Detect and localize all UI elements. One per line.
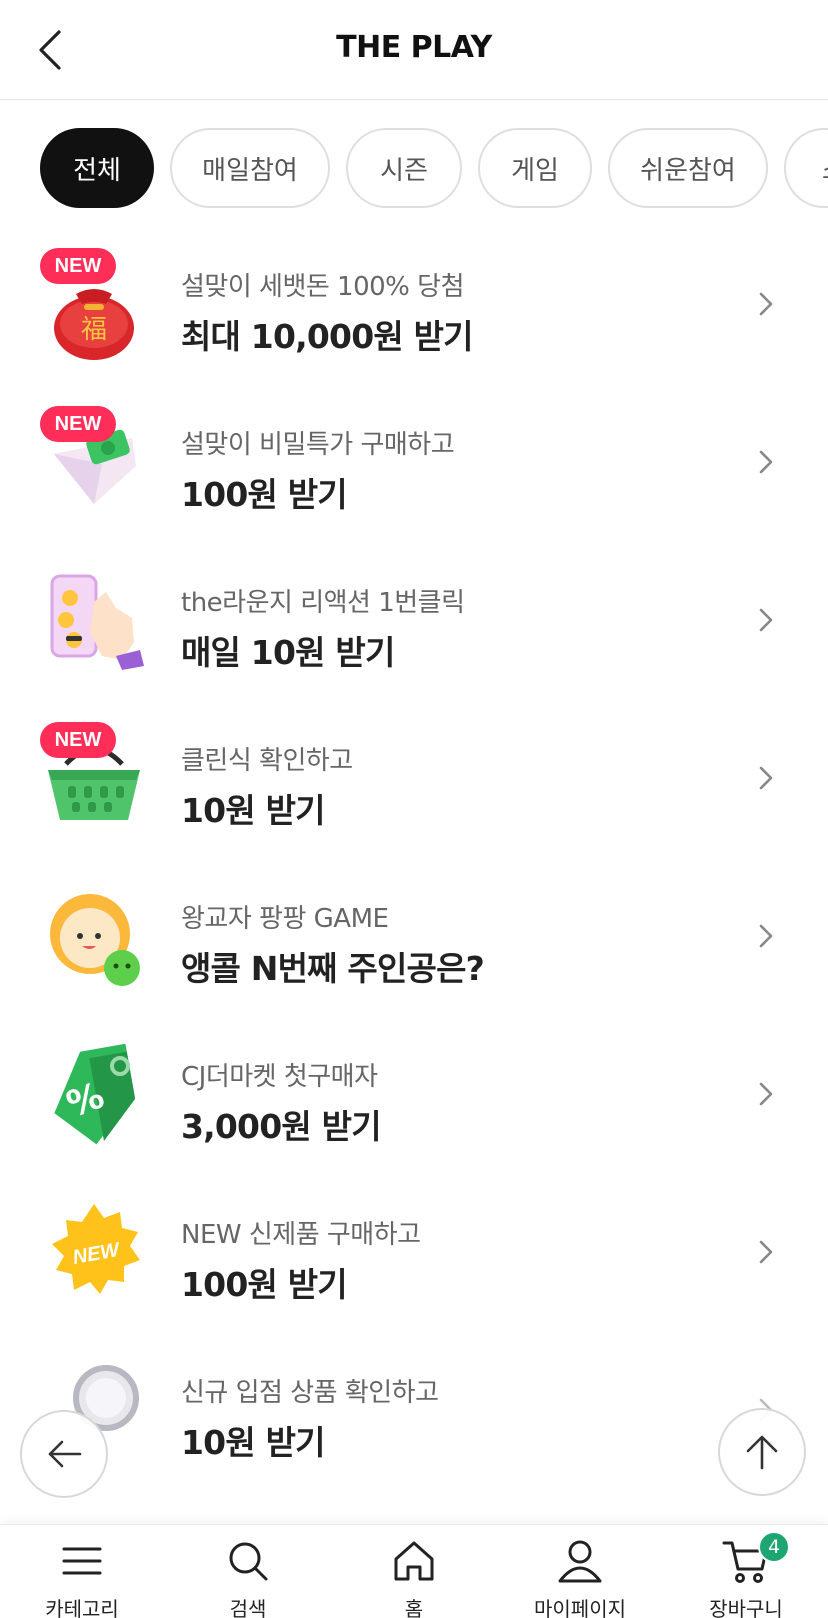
event-item[interactable]: 신규 입점 상품 확인하고 10원 받기 (0, 1332, 828, 1490)
tab-season[interactable]: 시즌 (346, 128, 462, 208)
the-play-page: THE PLAY 전체 매일참여 시즌 게임 쉬운참여 소 福 NEW 설맞이 … (0, 0, 828, 1618)
chevron-right-icon (759, 292, 773, 316)
event-title: 앵콜 N번째 주인공은? (181, 949, 485, 988)
event-title: 최대 10,000원 받기 (181, 317, 474, 356)
chevron-right-icon (759, 450, 773, 474)
event-subtitle: 설맞이 비밀특가 구매하고 (181, 430, 455, 460)
svg-text:福: 福 (81, 315, 107, 345)
new-badge: NEW (40, 248, 116, 284)
event-subtitle: NEW 신제품 구매하고 (181, 1220, 421, 1250)
tab-game[interactable]: 게임 (478, 128, 592, 208)
chevron-right-icon (759, 608, 773, 632)
event-item[interactable]: % CJ더마켓 첫구매자 3,000원 받기 (0, 1016, 828, 1174)
page-title: THE PLAY (336, 30, 492, 65)
phone-tap-icon (36, 562, 152, 678)
cart-count-badge: 4 (758, 1531, 790, 1563)
chevron-right-icon (759, 766, 773, 790)
floating-back-button[interactable] (20, 1410, 108, 1498)
category-tabs: 전체 매일참여 시즌 게임 쉬운참여 소 (0, 100, 828, 222)
event-title: 매일 10원 받기 (181, 633, 395, 672)
shopping-basket-icon: NEW (36, 720, 152, 836)
nav-search[interactable]: 검색 (178, 1525, 318, 1618)
top-header: THE PLAY (0, 0, 828, 100)
event-item[interactable]: the라운지 리액션 1번클릭 매일 10원 받기 (0, 542, 828, 700)
event-item[interactable]: NEW 클린식 확인하고 10원 받기 (0, 700, 828, 858)
nav-label: 홈 (404, 1597, 424, 1618)
event-subtitle: CJ더마켓 첫구매자 (181, 1062, 378, 1092)
nav-category[interactable]: 카테고리 (12, 1525, 152, 1618)
chevron-right-icon (759, 924, 773, 948)
event-subtitle: 설맞이 세뱃돈 100% 당첨 (181, 272, 465, 302)
event-title: 10원 받기 (181, 1423, 326, 1462)
event-item[interactable]: 福 NEW 설맞이 세뱃돈 100% 당첨 최대 10,000원 받기 (0, 226, 828, 384)
scroll-top-button[interactable] (718, 1408, 806, 1496)
event-title: 100원 받기 (181, 1265, 348, 1304)
chevron-right-icon (759, 1082, 773, 1106)
event-title: 10원 받기 (181, 791, 326, 830)
nav-cart[interactable]: 4 장바구니 (676, 1525, 816, 1618)
event-subtitle: 신규 입점 상품 확인하고 (181, 1378, 439, 1408)
lucky-pouch-icon: 福 NEW (36, 246, 152, 362)
event-item[interactable]: NEW 설맞이 비밀특가 구매하고 100원 받기 (0, 384, 828, 542)
arrow-up-icon (746, 1435, 778, 1470)
tab-all[interactable]: 전체 (40, 128, 154, 208)
nav-mypage[interactable]: 마이페이지 (510, 1525, 650, 1618)
new-badge: NEW (40, 722, 116, 758)
chevron-right-icon (759, 1240, 773, 1264)
bottom-navigation: 카테고리 검색 홈 마이페이지 4 장바구니 (0, 1524, 828, 1618)
tab-daily[interactable]: 매일참여 (170, 128, 330, 208)
nav-label: 장바구니 (709, 1597, 783, 1618)
arrow-left-icon (48, 1440, 82, 1468)
nav-label: 검색 (229, 1597, 267, 1618)
discount-tag-icon: % (36, 1036, 152, 1152)
nav-label: 마이페이지 (534, 1597, 626, 1618)
nav-label: 카테고리 (45, 1597, 119, 1618)
new-sticker-icon: NEW (36, 1194, 152, 1310)
user-icon (558, 1540, 602, 1583)
money-envelope-icon: NEW (36, 404, 152, 520)
event-title: 3,000원 받기 (181, 1107, 382, 1146)
dumpling-character-icon (36, 878, 152, 994)
event-subtitle: 왕교자 팡팡 GAME (181, 904, 389, 934)
tab-easy[interactable]: 쉬운참여 (608, 128, 768, 208)
event-item[interactable]: NEW NEW 신제품 구매하고 100원 받기 (0, 1174, 828, 1332)
home-icon (394, 1541, 434, 1581)
event-subtitle: the라운지 리액션 1번클릭 (181, 588, 465, 618)
search-icon (229, 1542, 268, 1581)
menu-icon (62, 1547, 102, 1575)
new-badge: NEW (40, 406, 116, 442)
event-title: 100원 받기 (181, 475, 348, 514)
tab-more[interactable]: 소 (784, 128, 828, 208)
event-item[interactable]: 왕교자 팡팡 GAME 앵콜 N번째 주인공은? (0, 858, 828, 1016)
nav-home[interactable]: 홈 (344, 1525, 484, 1618)
event-subtitle: 클린식 확인하고 (181, 746, 353, 776)
